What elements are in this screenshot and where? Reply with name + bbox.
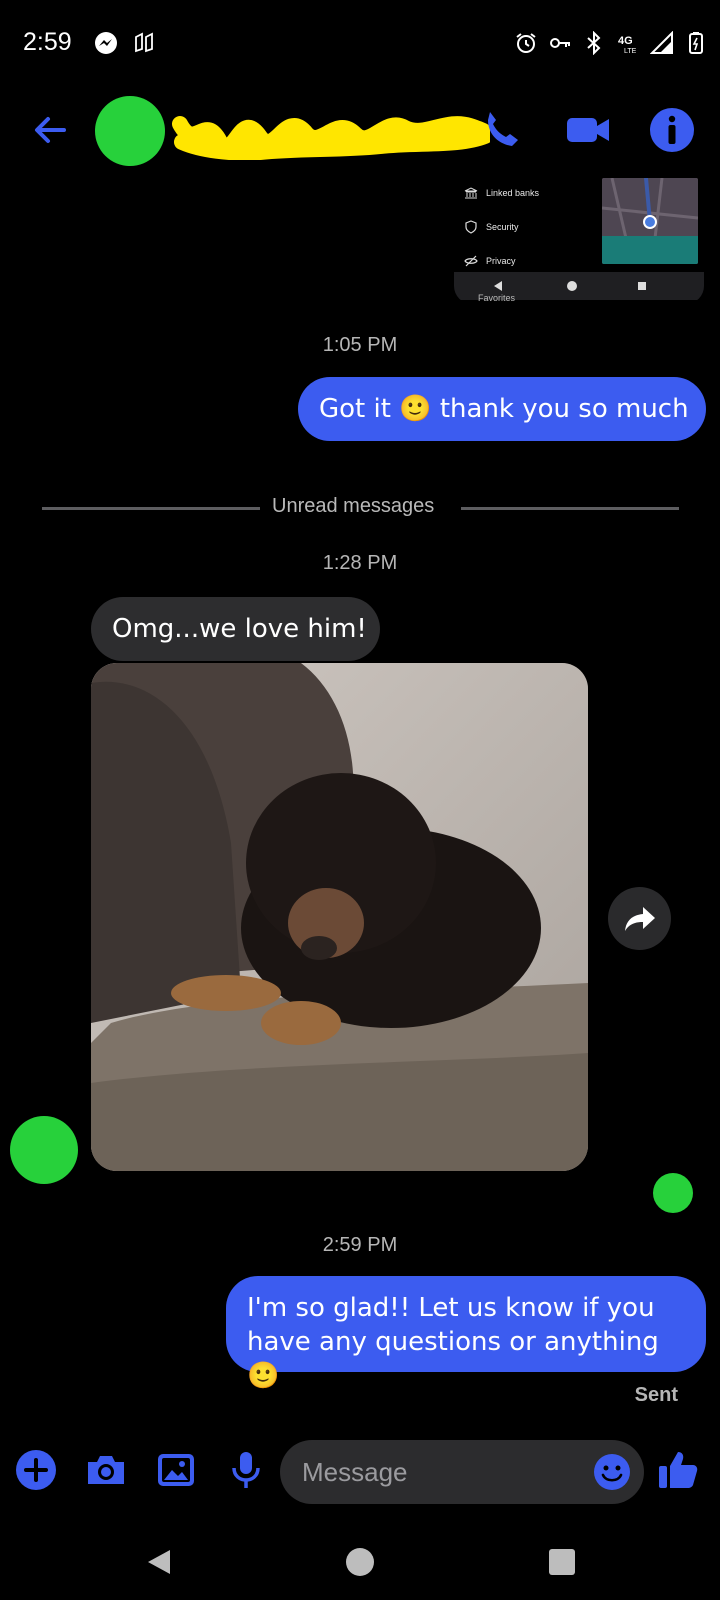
- alarm-icon: [516, 33, 536, 53]
- divider-line-right: [461, 507, 679, 510]
- signal-icon: [650, 31, 673, 54]
- sender-avatar[interactable]: [10, 1116, 78, 1184]
- contact-name-redacted[interactable]: [170, 102, 490, 160]
- system-icons: 4G LTE: [514, 31, 708, 55]
- preview-row: Linked banks: [464, 186, 539, 200]
- svg-text:LTE: LTE: [624, 48, 637, 55]
- info-icon[interactable]: [648, 106, 696, 154]
- preview-row-label: Linked banks: [486, 188, 540, 198]
- thumbs-up-icon[interactable]: [656, 1448, 700, 1492]
- photo-image: [91, 663, 588, 1171]
- contact-avatar[interactable]: [95, 96, 165, 166]
- system-nav-bar: [0, 1520, 720, 1600]
- sent-status: Sent: [634, 1384, 678, 1406]
- status-time: 2:59: [23, 28, 72, 56]
- shield-icon: [465, 220, 477, 234]
- nav-recents-icon[interactable]: [542, 1542, 582, 1582]
- battery-icon: [689, 32, 703, 54]
- message-text: I'm so glad!! Let us know if you have an…: [247, 1293, 659, 1391]
- microphone-icon[interactable]: [224, 1448, 268, 1492]
- status-bar: 2:59 4G LTE: [0, 0, 720, 90]
- messenger-icon: [95, 32, 117, 54]
- preview-row-label: Privacy: [486, 256, 516, 266]
- network-4g-icon: 4GLTE: [618, 35, 637, 55]
- gallery-image-icon[interactable]: [154, 1448, 198, 1492]
- outgoing-message-bubble[interactable]: I'm so glad!! Let us know if you have an…: [226, 1276, 706, 1391]
- message-text: Got it 🙂 thank you so much: [319, 394, 689, 424]
- message-timestamp: 1:05 PM: [322, 334, 398, 356]
- unread-messages-divider: Unread messages: [272, 495, 435, 517]
- incoming-message-bubble[interactable]: Omg...we love him!: [91, 597, 380, 661]
- preview-favorites-label: Favorites: [478, 293, 516, 303]
- composer-bar: [0, 1430, 720, 1510]
- message-input[interactable]: [280, 1440, 644, 1504]
- preview-row: Privacy: [464, 254, 516, 268]
- gallery-icon: [135, 32, 153, 53]
- notification-icons: [94, 31, 156, 55]
- preview-row: Security: [464, 220, 519, 234]
- vpn-key-icon: [550, 38, 570, 48]
- message-text: Omg...we love him!: [112, 614, 367, 644]
- camera-icon[interactable]: [84, 1448, 128, 1492]
- svg-text:4G: 4G: [618, 35, 633, 47]
- nav-back-icon[interactable]: [140, 1542, 180, 1582]
- read-receipt-avatar: [653, 1173, 693, 1213]
- puppy-photo[interactable]: [91, 663, 588, 1171]
- message-timestamp: 1:28 PM: [322, 552, 398, 574]
- share-arrow-icon: [624, 906, 655, 931]
- screenshot-message-preview[interactable]: Linked banks Security Privacy Favorites: [454, 176, 704, 304]
- bank-icon: [464, 187, 478, 199]
- nav-home-icon[interactable]: [340, 1542, 380, 1582]
- plus-icon[interactable]: [14, 1448, 58, 1492]
- back-arrow-icon[interactable]: [28, 108, 72, 152]
- preview-row-label: Security: [486, 222, 519, 232]
- phone-icon[interactable]: [482, 106, 522, 154]
- bluetooth-icon: [587, 31, 601, 55]
- eye-off-icon: [464, 255, 478, 267]
- video-call-icon[interactable]: [564, 106, 612, 154]
- share-button[interactable]: [608, 887, 671, 950]
- outgoing-message-bubble[interactable]: Got it 🙂 thank you so much: [298, 377, 706, 441]
- emoji-icon[interactable]: [592, 1452, 632, 1492]
- divider-line-left: [42, 507, 260, 510]
- message-timestamp: 2:59 PM: [322, 1234, 398, 1256]
- map-info-bar: [602, 236, 698, 264]
- map-thumbnail: [602, 178, 698, 264]
